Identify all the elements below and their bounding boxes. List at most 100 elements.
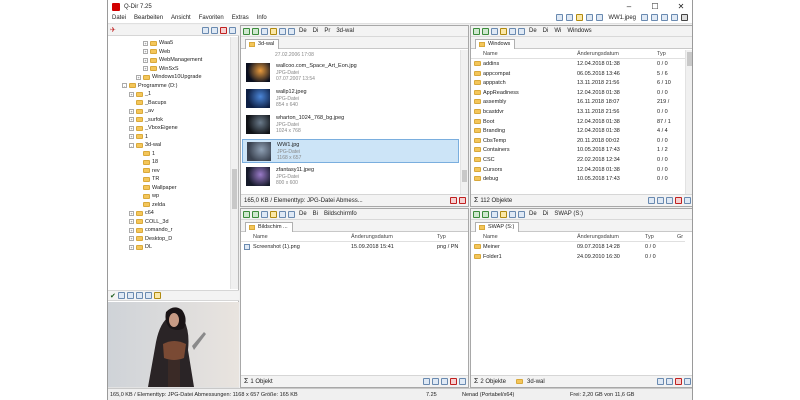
pane-tr-dd-4[interactable]: Windows — [565, 28, 593, 34]
tree-refresh-icon[interactable] — [202, 26, 209, 34]
view-icon[interactable] — [279, 27, 286, 35]
tree-close-icon[interactable] — [229, 26, 236, 34]
pin-icon[interactable]: ✈ — [110, 26, 116, 34]
expand-icon[interactable]: + — [143, 49, 148, 54]
folder-icon[interactable] — [500, 210, 507, 218]
column-name[interactable]: Name — [483, 51, 498, 57]
tree-item[interactable]: + WebManagement — [143, 56, 202, 64]
folder-icon[interactable] — [153, 292, 161, 299]
tree-item[interactable]: _Bacups — [129, 99, 166, 107]
column-type[interactable]: Typ — [657, 51, 666, 57]
pane-tr-dd-1[interactable]: De — [527, 28, 539, 34]
view-icon[interactable] — [509, 27, 516, 35]
view-icon[interactable] — [279, 210, 286, 218]
check-icon[interactable]: ✔ — [110, 292, 116, 300]
pane-bl-dd-3[interactable]: Bildschirmfo — [322, 211, 359, 217]
tree-item[interactable]: - 3d-wal — [129, 141, 161, 149]
pane-br-dd-2[interactable]: Di — [541, 211, 551, 217]
tree-item[interactable]: + comando_r — [129, 226, 173, 234]
forward-icon[interactable] — [482, 210, 489, 218]
list-item[interactable]: Containers 10.05.2018 17:43 1 / 2 — [471, 146, 685, 154]
paste-icon[interactable] — [441, 378, 448, 385]
current-path-label[interactable]: WW1.jpeg — [606, 15, 638, 21]
list-item[interactable]: assembly 16.11.2018 18:07 219 / — [471, 98, 685, 106]
pane-bl-dd-1[interactable]: De — [297, 211, 309, 217]
up-icon[interactable] — [261, 210, 268, 218]
expand-icon[interactable]: + — [129, 125, 134, 131]
paste-icon[interactable] — [666, 197, 673, 204]
tree-item[interactable]: + _VboxEigene — [129, 124, 178, 132]
tree-item[interactable]: rev — [136, 167, 160, 175]
list-item[interactable]: bcastdvr 13.11.2018 21:56 0 / 0 — [471, 108, 685, 116]
back-icon[interactable] — [243, 27, 250, 35]
pane-tl-dd-1[interactable]: De — [297, 28, 309, 34]
edit-icon[interactable] — [288, 27, 295, 35]
tree-scrollbar-thumb[interactable] — [232, 169, 237, 209]
expand-icon[interactable]: + — [143, 57, 148, 63]
thumbnail-item[interactable]: wharton_1024_768_bg.jpeg JPG-Datei 1024 x … — [242, 113, 459, 137]
menu-favoriten[interactable]: Favoriten — [195, 15, 228, 21]
tree-item[interactable]: + COLL_3d — [129, 218, 169, 226]
pane-tl-scrollbar[interactable] — [460, 50, 468, 195]
menu-datei[interactable]: Datei — [108, 15, 130, 21]
thumbnail-item[interactable]: zfantasy11.jpeg JPG-Datei 800 x 600 — [242, 165, 459, 189]
column-type[interactable]: Typ — [437, 234, 446, 240]
expand-icon[interactable]: + — [129, 91, 134, 97]
up-icon[interactable] — [491, 210, 498, 218]
pane-tl-dd-3[interactable]: Pr — [322, 28, 332, 34]
column-date[interactable]: Änderungsdatum — [577, 51, 619, 57]
zoom-icon[interactable] — [117, 292, 125, 299]
pane-bl-dd-2[interactable]: Bi — [311, 211, 320, 217]
tree-item[interactable]: + c64 — [129, 209, 154, 217]
expand-icon[interactable]: + — [129, 219, 134, 224]
menu-bearbeiten[interactable]: Bearbeiten — [130, 15, 167, 21]
tree-grid-icon[interactable] — [211, 26, 218, 34]
menu-extras[interactable]: Extras — [228, 15, 253, 21]
tree-item[interactable]: + Windows10Upgrade — [136, 73, 202, 81]
tree-item[interactable]: + _av — [129, 107, 154, 115]
column-name[interactable]: Name — [483, 234, 498, 240]
tree-item[interactable]: + DL — [129, 243, 152, 251]
folder-icon[interactable] — [270, 210, 277, 218]
column-date[interactable]: Änderungsdatum — [351, 234, 393, 240]
delete-icon[interactable] — [450, 378, 457, 385]
expand-icon[interactable]: + — [129, 134, 134, 139]
tree-item[interactable]: TR — [136, 175, 159, 183]
tree-item[interactable]: + _1 — [129, 90, 151, 98]
pane-tl-dd-2[interactable]: Di — [311, 28, 321, 34]
forward-icon[interactable] — [252, 27, 259, 35]
list-item[interactable]: CbsTemp 20.11.2018 00:02 0 / 0 — [471, 137, 685, 145]
menu-ansicht[interactable]: Ansicht — [167, 15, 195, 21]
layout-icon[interactable] — [556, 14, 564, 21]
tree-item[interactable]: + Web — [143, 48, 170, 56]
delete-icon[interactable] — [675, 378, 682, 385]
tab-swap[interactable]: SWAP (S:) — [475, 222, 520, 232]
list-item[interactable]: Branding 12.04.2018 01:38 4 / 4 — [471, 127, 685, 135]
thumbnail-item[interactable]: wallcoo.com_Space_Art_Eon.jpg JPG-Datei 07… — [242, 61, 459, 85]
column-name[interactable]: Name — [253, 234, 268, 240]
close-button[interactable]: ✕ — [668, 0, 692, 13]
expand-icon[interactable]: + — [129, 108, 134, 114]
tab-bildschirmfotos[interactable]: Bildschim ... — [245, 222, 293, 232]
maximize-button[interactable]: ☐ — [642, 0, 668, 13]
expand-icon[interactable]: + — [143, 66, 148, 71]
tree-item[interactable]: + Waa5 — [143, 39, 173, 47]
list-item[interactable]: CSC 22.02.2018 12:34 0 / 0 — [471, 156, 685, 164]
options-icon[interactable] — [596, 14, 604, 21]
column-date[interactable]: Änderungsdatum — [577, 234, 619, 240]
tree-item[interactable]: + _surfok — [129, 116, 163, 124]
tree-icon[interactable] — [566, 14, 574, 21]
delete-icon[interactable] — [450, 197, 457, 204]
list-item[interactable]: appcompat 06.05.2018 13:46 5 / 6 — [471, 70, 685, 78]
nav-back-icon[interactable] — [641, 14, 648, 21]
expand-icon[interactable]: + — [129, 117, 134, 122]
back-icon[interactable] — [473, 27, 480, 35]
forward-icon[interactable] — [252, 210, 259, 218]
pin-icon[interactable] — [671, 14, 678, 21]
column-type[interactable]: Typ — [645, 234, 654, 240]
props-icon[interactable] — [684, 197, 691, 204]
up-icon[interactable] — [261, 27, 268, 35]
expand-icon[interactable]: + — [129, 236, 134, 241]
pane-tr-dd-2[interactable]: Di — [541, 28, 551, 34]
tree-item[interactable]: zelda — [136, 201, 165, 209]
